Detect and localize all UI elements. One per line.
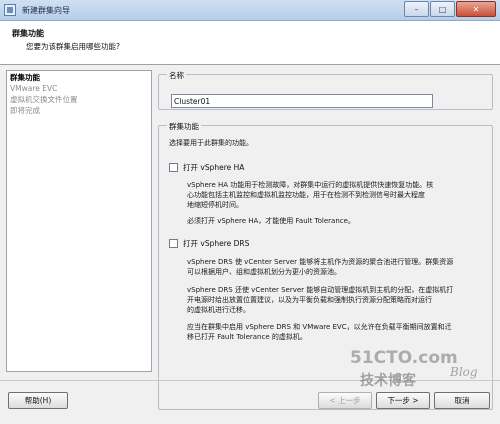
minimize-button[interactable]: – [404,1,429,17]
wizard-app-icon [4,4,16,16]
wizard-button-bar: 帮助(H) < 上一步 下一步 > 取消 [0,380,500,424]
help-button[interactable]: 帮助(H) [8,392,68,409]
features-group-label: 群集功能 [167,121,201,132]
ha-checkbox-row[interactable]: 打开 vSphere HA [169,162,244,173]
nav-step-cluster-features[interactable]: 群集功能 [7,71,151,83]
maximize-button[interactable]: □ [430,1,455,17]
window-controls: – □ ✕ [404,1,496,17]
window-title: 新建群集向导 [22,6,70,15]
close-button[interactable]: ✕ [456,1,496,17]
wizard-main: 名称 群集功能 选择要用于此群集的功能。 打开 vSphere HA vSphe… [158,70,495,410]
drs-checkbox-row[interactable]: 打开 vSphere DRS [169,238,249,249]
drs-checkbox[interactable] [169,239,178,248]
page-title: 群集功能 [12,29,44,38]
name-groupbox: 名称 [158,70,493,110]
wizard-steps-nav: 群集功能 VMware EVC 虚拟机交换文件位置 即将完成 [6,70,152,372]
name-group-label: 名称 [167,70,186,81]
cluster-name-input[interactable] [171,94,433,108]
nav-step-swapfile-location[interactable]: 虚拟机交换文件位置 [7,94,151,105]
wizard-header: 群集功能 您要为该群集启用哪些功能? [0,21,500,65]
cancel-button[interactable]: 取消 [434,392,490,409]
ha-description: vSphere HA 功能用于检测故障，对群集中运行的虚拟机提供快速恢复功能。核… [187,181,434,209]
drs-placement-description: vSphere DRS 还使 vCenter Server 能够自动管理虚拟机到… [187,286,454,314]
ha-checkbox[interactable] [169,163,178,172]
drs-description: vSphere DRS 使 vCenter Server 能够将主机作为资源的聚… [187,258,454,276]
back-button[interactable]: < 上一步 [318,392,372,409]
page-subtitle: 您要为该群集启用哪些功能? [26,42,120,51]
features-instruction: 选择要用于此群集的功能。 [169,139,253,147]
drs-evc-note: 应当在群集中启用 vSphere DRS 和 VMware EVC，以允许在负载… [187,323,452,341]
features-groupbox: 群集功能 选择要用于此群集的功能。 打开 vSphere HA vSphere … [158,121,493,410]
drs-checkbox-label: 打开 vSphere DRS [183,239,250,248]
title-bar: 新建群集向导 – □ ✕ [0,0,500,21]
ha-fault-tolerance-note: 必须打开 vSphere HA，才能使用 Fault Tolerance。 [187,217,355,225]
next-button[interactable]: 下一步 > [376,392,430,409]
nav-step-ready-to-complete[interactable]: 即将完成 [7,105,151,116]
nav-step-vmware-evc[interactable]: VMware EVC [7,83,151,94]
ha-checkbox-label: 打开 vSphere HA [183,163,245,172]
